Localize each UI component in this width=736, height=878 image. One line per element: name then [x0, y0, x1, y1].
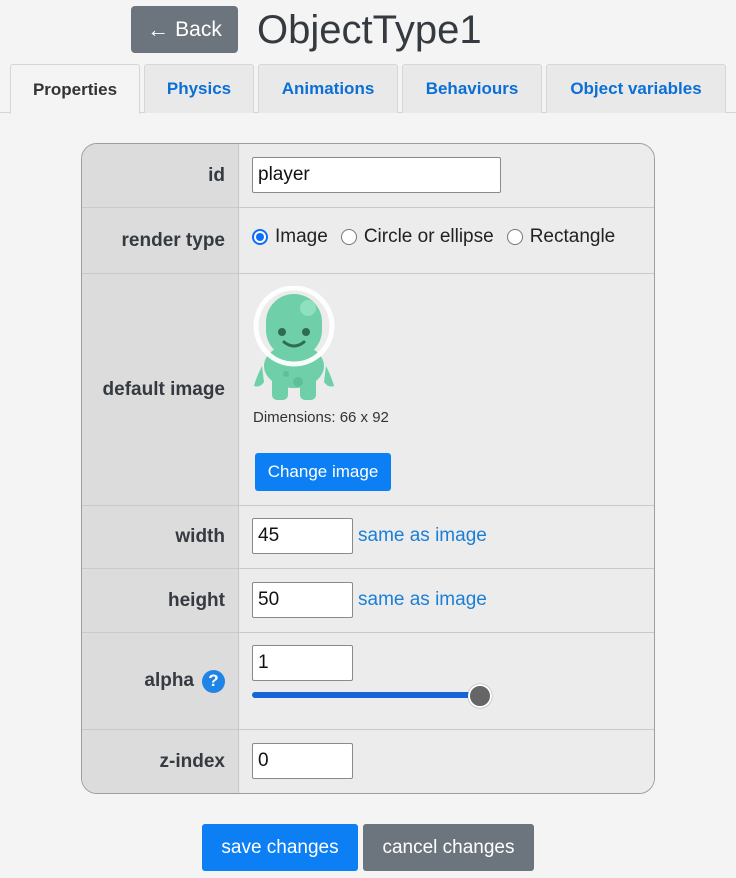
radio-rectangle-label[interactable]: Rectangle [530, 226, 616, 248]
alpha-row: alpha ? 1 [82, 633, 654, 730]
radio-circle-ellipse-label[interactable]: Circle or ellipse [364, 226, 494, 248]
default-image-row: default image Dimensions: 66 x 92 Change… [82, 274, 654, 506]
tab-object-variables[interactable]: Object variables [546, 64, 726, 113]
radio-image-label[interactable]: Image [275, 226, 328, 248]
back-button[interactable]: ← Back [131, 6, 238, 53]
properties-form: id player render type Image Circle or el… [81, 143, 655, 794]
alpha-input[interactable]: 1 [252, 645, 353, 681]
cancel-changes-button[interactable]: cancel changes [363, 824, 534, 871]
render-type-label: render type [82, 208, 239, 273]
radio-rectangle[interactable] [506, 229, 523, 245]
alpha-label: alpha [144, 670, 194, 691]
tab-behaviours[interactable]: Behaviours [402, 64, 542, 113]
radio-image[interactable] [252, 229, 268, 245]
change-image-button[interactable]: Change image [255, 453, 391, 491]
question-icon[interactable]: ? [202, 669, 225, 693]
z-index-row: z-index 0 [82, 730, 654, 793]
z-index-input[interactable]: 0 [252, 743, 353, 779]
default-image-label: default image [82, 274, 239, 505]
width-row: width 45 same as image [82, 506, 654, 569]
width-input[interactable]: 45 [252, 518, 353, 554]
tab-physics[interactable]: Physics [144, 64, 254, 113]
alpha-slider-thumb[interactable] [468, 684, 492, 708]
id-input[interactable]: player [252, 157, 501, 193]
height-input[interactable]: 50 [252, 582, 353, 618]
id-label: id [82, 144, 239, 207]
tab-properties[interactable]: Properties [10, 64, 140, 114]
tab-bar: Properties Physics Animations Behaviours… [0, 64, 736, 114]
page-title: ObjectType1 [257, 8, 482, 52]
render-type-options: Image Circle or ellipse Rectangle [252, 226, 628, 248]
back-button-label: Back [175, 17, 222, 41]
tab-animations[interactable]: Animations [258, 64, 398, 113]
width-same-as-image-link[interactable]: same as image [358, 525, 487, 547]
alpha-label-cell: alpha ? [82, 633, 239, 729]
save-changes-button[interactable]: save changes [202, 824, 358, 871]
page-header: ← Back ObjectType1 [0, 0, 736, 62]
height-same-as-image-link[interactable]: same as image [358, 589, 487, 611]
id-row: id player [82, 144, 654, 208]
arrow-left-icon: ← [147, 16, 170, 42]
render-type-row: render type Image Circle or ellipse Rect… [82, 208, 654, 274]
height-row: height 50 same as image [82, 569, 654, 633]
width-label: width [82, 506, 239, 568]
alpha-slider-track[interactable] [252, 692, 480, 698]
z-index-label: z-index [82, 730, 239, 793]
radio-circle-ellipse[interactable] [340, 229, 357, 245]
height-label: height [82, 569, 239, 632]
alien-character-icon [253, 286, 335, 400]
image-dimensions: Dimensions: 66 x 92 [253, 409, 389, 426]
